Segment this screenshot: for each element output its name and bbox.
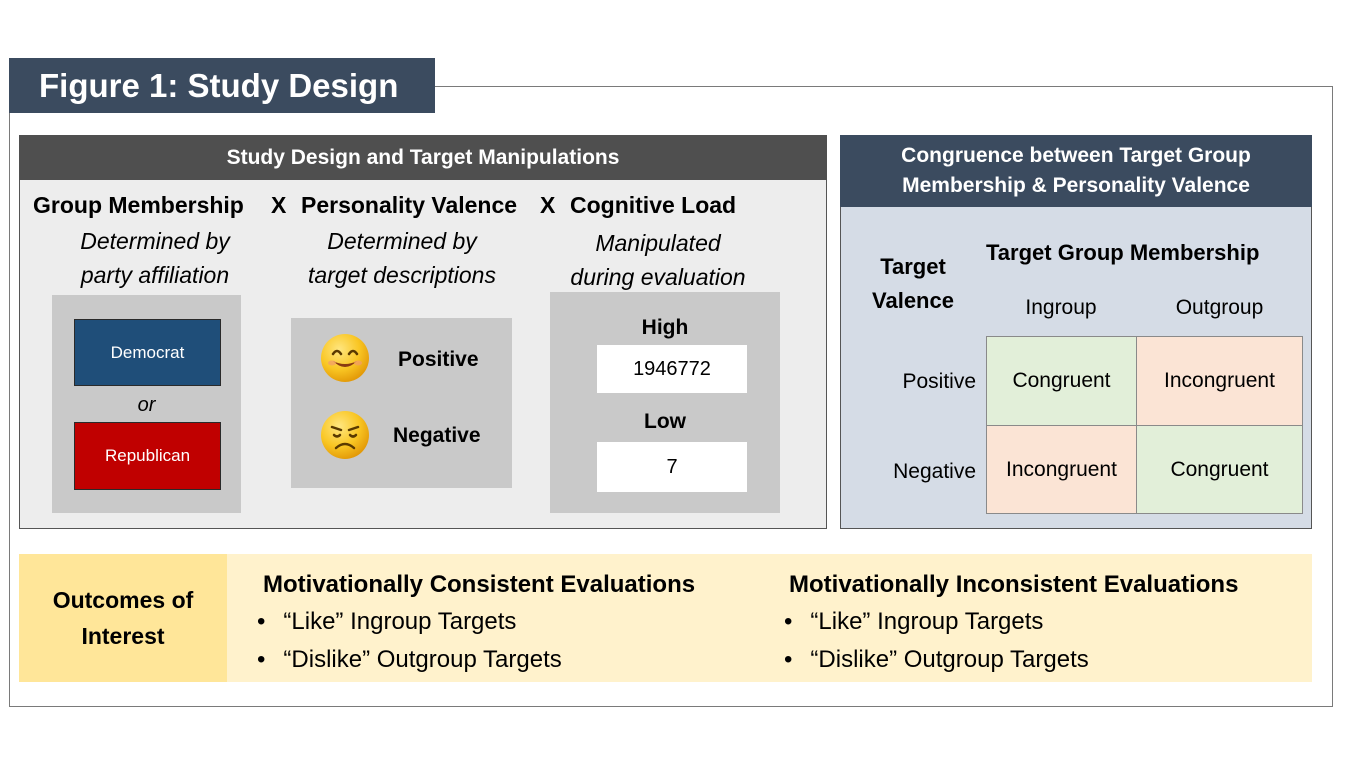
valence-desc-line1: Determined by (327, 228, 477, 254)
cell-negative-outgroup: Congruent (1136, 425, 1303, 514)
congruence-header: Congruence between Target Group Membersh… (840, 135, 1312, 207)
row-positive: Positive (902, 370, 976, 393)
high-load-number: 1946772 (597, 345, 747, 393)
outcomes-label-line1: Outcomes of (52, 587, 194, 613)
congruence-header-line1: Congruence between Target Group (901, 144, 1251, 167)
cross-symbol-2: X (540, 192, 556, 218)
list-item: • “Dislike” Outgroup Targets (784, 646, 1089, 674)
group-membership-title: Group Membership (33, 192, 244, 218)
consistent-bullet-2: “Dislike” Outgroup Targets (283, 646, 562, 673)
smiling-face-icon (320, 333, 370, 388)
cognitive-load-description: Manipulated during evaluation (548, 226, 768, 294)
inconsistent-bullet-1: “Like” Ingroup Targets (810, 608, 1044, 635)
inconsistent-bullet-2: “Dislike” Outgroup Targets (810, 646, 1089, 673)
study-design-header: Study Design and Target Manipulations (19, 135, 827, 180)
group-desc-line1: Determined by (80, 228, 230, 254)
outcomes-label: Outcomes of Interest (19, 554, 227, 682)
frowning-face-icon (320, 410, 370, 465)
bullet-marker: • (784, 646, 793, 673)
target-valence-title: Target Valence (858, 250, 968, 318)
cross-symbol-1: X (271, 192, 287, 218)
target-valence-line1: Target (880, 254, 946, 279)
valence-desc-line2: target descriptions (308, 262, 496, 288)
low-load-label: Low (644, 410, 686, 433)
load-desc-line2: during evaluation (570, 264, 746, 290)
low-load-number: 7 (597, 442, 747, 492)
bullet-marker: • (257, 646, 266, 673)
positive-label: Positive (398, 348, 479, 371)
consistent-bullet-1: “Like” Ingroup Targets (283, 608, 517, 635)
inconsistent-evaluations-title: Motivationally Inconsistent Evaluations (789, 571, 1239, 598)
republican-box: Republican (74, 422, 221, 490)
target-group-membership-title: Target Group Membership (986, 240, 1260, 265)
cell-positive-ingroup: Congruent (986, 336, 1137, 426)
congruence-header-line2: Membership & Personality Valence (902, 174, 1250, 197)
personality-valence-description: Determined by target descriptions (282, 224, 522, 292)
cognitive-load-title: Cognitive Load (570, 192, 737, 218)
consistent-evaluations-title: Motivationally Consistent Evaluations (263, 571, 696, 598)
negative-label: Negative (393, 424, 481, 447)
high-load-label: High (641, 316, 689, 339)
figure-title: Figure 1: Study Design (9, 58, 435, 113)
cell-negative-ingroup: Incongruent (986, 425, 1137, 514)
group-desc-line2: party affiliation (80, 262, 230, 288)
democrat-box: Democrat (74, 319, 221, 386)
load-desc-line1: Manipulated (595, 230, 721, 256)
list-item: • “Dislike” Outgroup Targets (257, 646, 562, 674)
list-item: • “Like” Ingroup Targets (784, 608, 1043, 636)
column-outgroup: Outgroup (1175, 296, 1264, 319)
row-negative: Negative (893, 460, 976, 483)
personality-valence-title: Personality Valence (301, 192, 518, 218)
outcomes-label-line2: Interest (81, 623, 165, 649)
bullet-marker: • (784, 608, 793, 635)
cell-positive-outgroup: Incongruent (1136, 336, 1303, 426)
group-membership-description: Determined by party affiliation (40, 224, 270, 292)
or-label: or (137, 394, 156, 416)
bullet-marker: • (257, 608, 266, 635)
column-ingroup: Ingroup (1025, 296, 1097, 319)
list-item: • “Like” Ingroup Targets (257, 608, 516, 636)
target-valence-line2: Valence (872, 288, 954, 313)
